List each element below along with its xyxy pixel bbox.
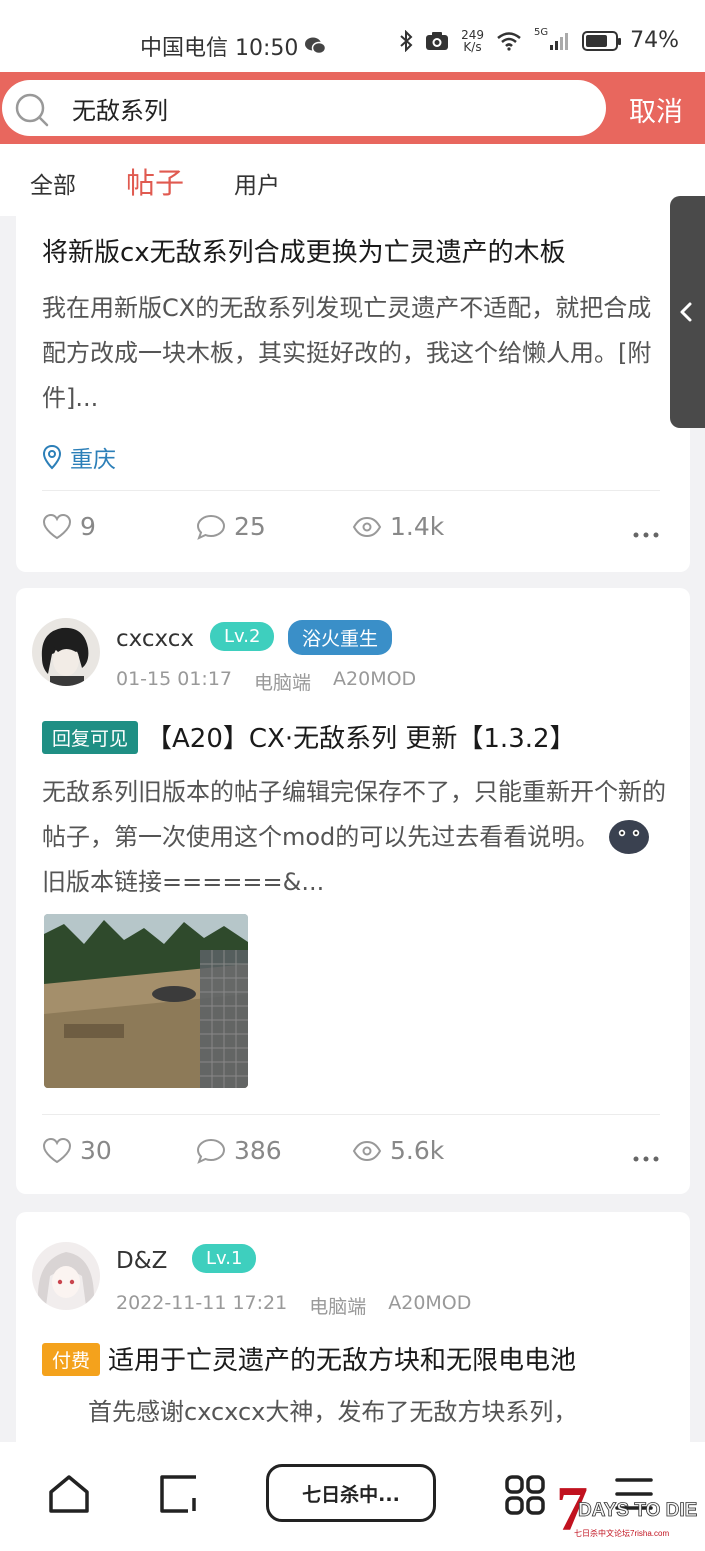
- tab-users[interactable]: 用户: [234, 166, 280, 200]
- tab-all[interactable]: 全部: [30, 166, 76, 200]
- battery-icon: [582, 30, 622, 51]
- avatar[interactable]: [32, 1242, 100, 1310]
- search-input[interactable]: [72, 90, 572, 126]
- more-icon: [633, 1156, 659, 1162]
- post-category[interactable]: A20MOD: [333, 668, 416, 695]
- comment-icon: [196, 1138, 226, 1164]
- location-label: 重庆: [70, 447, 116, 473]
- thumbnail-image: [44, 914, 248, 1088]
- location-pin-icon: [42, 444, 62, 470]
- reply-visible-tag: 回复可见: [42, 721, 139, 754]
- title-badge: 浴火重生: [288, 620, 393, 655]
- post-date: 2022-11-11 17:21: [116, 1292, 288, 1314]
- signal-icon: [550, 32, 569, 50]
- avatar[interactable]: [32, 618, 100, 686]
- eye-icon: [352, 1140, 382, 1161]
- tab-bar: 全部 帖子 用户: [0, 144, 705, 216]
- net-speed-unit: K/s: [463, 39, 482, 54]
- status-right: 249 K/s 5G 74%: [399, 27, 679, 53]
- carrier-time: 中国电信 10:50: [140, 36, 299, 61]
- tab-posts[interactable]: 帖子: [126, 160, 184, 202]
- cancel-button[interactable]: 取消: [629, 90, 683, 129]
- post-meta: 01-15 01:17 电脑端 A20MOD: [116, 668, 416, 695]
- camera-icon: [426, 31, 449, 50]
- search-header: 取消: [0, 72, 705, 144]
- more-options-button[interactable]: [632, 516, 660, 546]
- status-bar: 中国电信 10:50 249 K/s 5G 74%: [0, 0, 705, 72]
- post-meta: 2022-11-11 17:21 电脑端 A20MOD: [116, 1292, 471, 1319]
- more-icon: [633, 532, 659, 538]
- comment-icon: [196, 514, 226, 540]
- wifi-icon: [497, 31, 521, 51]
- home-icon[interactable]: [48, 1474, 90, 1514]
- view-stat: 5.6k: [352, 1136, 444, 1165]
- post-excerpt: 无敌系列旧版本的帖子编辑完保存不了，只能重新开个新的帖子，第一次使用这个mod的…: [42, 770, 672, 905]
- post-title-row[interactable]: 回复可见 【A20】CX·无敌系列 更新【1.3.2】: [42, 718, 576, 756]
- site-watermark-logo: 7 DAYS TO DIE 七日杀中文论坛7risha.com: [556, 1478, 698, 1544]
- post-title-row[interactable]: 付费 适用于亡灵遗产的无敌方块和无限电电池: [42, 1340, 576, 1378]
- comment-count: 386: [234, 1136, 282, 1165]
- net-speed-value: 249: [461, 27, 484, 42]
- divider: [42, 490, 660, 491]
- post-title: 适用于亡灵遗产的无敌方块和无限电电池: [108, 1346, 577, 1376]
- side-drawer-handle[interactable]: [670, 196, 705, 428]
- comment-button[interactable]: 386: [196, 1136, 282, 1165]
- post-excerpt: 首先感谢cxcxcx大神，发布了无敌方块系列，: [88, 1398, 578, 1426]
- post-excerpt-link: 旧版本链接======&...: [42, 868, 325, 896]
- wechat-icon: [305, 37, 327, 55]
- battery-percent: 74%: [630, 28, 679, 53]
- chevron-left-icon: [680, 302, 692, 322]
- signal-label: 5G: [533, 27, 549, 38]
- divider: [42, 1114, 660, 1115]
- like-button[interactable]: 30: [42, 1136, 112, 1165]
- tabs-icon[interactable]: [158, 1474, 200, 1514]
- view-stat: 1.4k: [352, 512, 444, 541]
- post-stats: 9 25 1.4k: [42, 512, 660, 552]
- emoji-icon: [608, 820, 649, 854]
- current-page-pill[interactable]: 七日杀中...: [266, 1464, 436, 1522]
- username[interactable]: cxcxcx: [116, 626, 194, 652]
- search-icon: [15, 93, 49, 127]
- like-count: 9: [80, 512, 96, 541]
- search-box[interactable]: [2, 80, 606, 136]
- apps-grid-icon[interactable]: [504, 1474, 546, 1516]
- avatar-image: [32, 1242, 100, 1310]
- status-left: 中国电信 10:50: [140, 30, 327, 62]
- level-badge: Lv.2: [210, 622, 275, 651]
- post-platform: 电脑端: [309, 1296, 367, 1318]
- bluetooth-icon: [400, 29, 413, 52]
- view-count: 1.4k: [390, 512, 445, 541]
- post-title: 【A20】CX·无敌系列 更新【1.3.2】: [146, 724, 576, 754]
- post-card[interactable]: D&Z Lv.1 2022-11-11 17:21 电脑端 A20MOD 付费适…: [16, 1212, 690, 1442]
- watermark-subtitle: 七日杀中文论坛7risha.com: [574, 1528, 669, 1538]
- post-excerpt: 我在用新版CX的无敌系列发现亡灵遗产不适配，就把合成配方改成一块木板，其实挺好改…: [42, 294, 652, 412]
- like-count: 30: [80, 1136, 112, 1165]
- post-category[interactable]: A20MOD: [388, 1292, 471, 1319]
- location-tag[interactable]: 重庆: [42, 440, 116, 474]
- post-title[interactable]: 将新版cx无敌系列合成更换为亡灵遗产的木板: [42, 232, 566, 269]
- username[interactable]: D&Z: [116, 1248, 167, 1274]
- like-button[interactable]: 9: [42, 512, 96, 541]
- comment-button[interactable]: 25: [196, 512, 266, 541]
- post-card[interactable]: cxcxcx Lv.2 浴火重生 01-15 01:17 电脑端 A20MOD …: [16, 588, 690, 1194]
- more-options-button[interactable]: [632, 1140, 660, 1170]
- watermark-title: DAYS TO DIE: [578, 1500, 697, 1521]
- paid-tag: 付费: [42, 1343, 101, 1376]
- post-card[interactable]: 将新版cx无敌系列合成更换为亡灵遗产的木板 我在用新版CX的无敌系列发现亡灵遗产…: [16, 216, 690, 572]
- post-excerpt-text: 无敌系列旧版本的帖子编辑完保存不了，只能重新开个新的帖子，第一次使用这个mod的…: [42, 778, 666, 851]
- post-thumbnail[interactable]: [44, 914, 248, 1088]
- net-speed: 249 K/s: [461, 29, 484, 53]
- post-date: 01-15 01:17: [116, 668, 233, 690]
- view-count: 5.6k: [390, 1136, 445, 1165]
- comment-count: 25: [234, 512, 266, 541]
- post-stats: 30 386 5.6k: [42, 1136, 660, 1176]
- post-platform: 电脑端: [254, 672, 312, 694]
- eye-icon: [352, 516, 382, 537]
- level-badge: Lv.1: [192, 1244, 257, 1273]
- avatar-image: [32, 618, 100, 686]
- heart-icon: [42, 1137, 72, 1163]
- heart-icon: [42, 513, 72, 539]
- battery-fill: [586, 34, 608, 47]
